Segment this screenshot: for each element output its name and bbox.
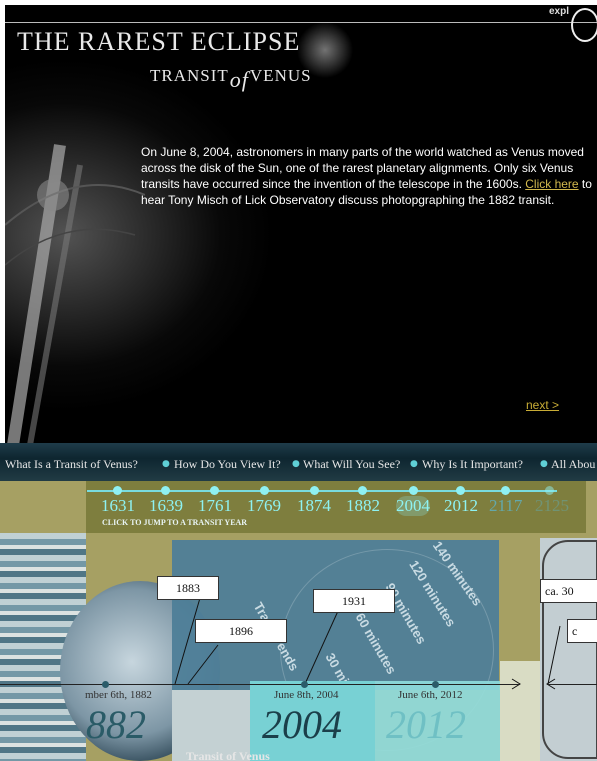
label-1883: 1883 bbox=[157, 576, 219, 600]
subtitle-transit: TRANSIT bbox=[150, 66, 229, 85]
telescope-image bbox=[5, 144, 145, 443]
subtitle-of: of bbox=[229, 67, 249, 92]
explore-circle-button[interactable] bbox=[571, 8, 597, 42]
date-2004: June 8th, 2004 bbox=[274, 689, 339, 701]
nav-item-what-is[interactable]: What Is a Transit of Venus? bbox=[5, 457, 138, 472]
next-link[interactable]: next > bbox=[526, 398, 559, 412]
nav-item-all-about[interactable]: All Abou bbox=[551, 457, 595, 472]
intro-paragraph: On June 8, 2004, astronomers in many par… bbox=[141, 144, 597, 208]
section-nav: What Is a Transit of Venus? ● How Do You… bbox=[0, 443, 597, 481]
nav-separator-icon: ● bbox=[162, 459, 170, 469]
nav-item-how-view[interactable]: How Do You View It? bbox=[174, 457, 281, 472]
bottom-caption: Transit of Venus bbox=[186, 749, 270, 761]
date-1882: mber 6th, 1882 bbox=[85, 689, 152, 701]
event-point bbox=[432, 681, 439, 688]
page-subtitle: TRANSITofVENUS bbox=[150, 61, 312, 92]
page-title: THE RAREST ECLIPSE bbox=[17, 27, 301, 56]
subtitle-venus: VENUS bbox=[249, 66, 312, 85]
nav-item-what-see[interactable]: What Will You See? bbox=[303, 457, 400, 472]
click-here-link[interactable]: Click here bbox=[525, 177, 578, 191]
hero-panel: expl THE RAREST ECLIPSE TRANSITofVENUS O… bbox=[5, 5, 597, 443]
label-1896: 1896 bbox=[195, 619, 287, 643]
timeline-section: 1631 1639 1761 1769 1874 1882 2004 2012 … bbox=[0, 481, 597, 761]
nav-separator-icon: ● bbox=[540, 459, 548, 469]
intro-text-1: On June 8, 2004, astronomers in many par… bbox=[141, 145, 584, 191]
label-1931: 1931 bbox=[313, 589, 395, 613]
top-rule bbox=[5, 22, 597, 23]
explore-link[interactable]: expl bbox=[549, 6, 569, 17]
big-year-1882: 882 bbox=[86, 702, 146, 747]
label-ca-30: ca. 30 bbox=[540, 579, 597, 603]
big-year-2004: 2004 bbox=[262, 702, 342, 747]
label-c: c bbox=[567, 619, 597, 643]
nav-item-why-important[interactable]: Why Is It Important? bbox=[422, 457, 523, 472]
timeline-arrow-right bbox=[547, 684, 597, 685]
timeline-arrow bbox=[0, 684, 520, 685]
event-point bbox=[102, 681, 109, 688]
date-2012: June 6th, 2012 bbox=[398, 689, 463, 701]
event-point bbox=[301, 681, 308, 688]
nav-separator-icon: ● bbox=[410, 459, 418, 469]
big-year-2012: 2012 bbox=[386, 702, 466, 747]
nav-separator-icon: ● bbox=[292, 459, 300, 469]
